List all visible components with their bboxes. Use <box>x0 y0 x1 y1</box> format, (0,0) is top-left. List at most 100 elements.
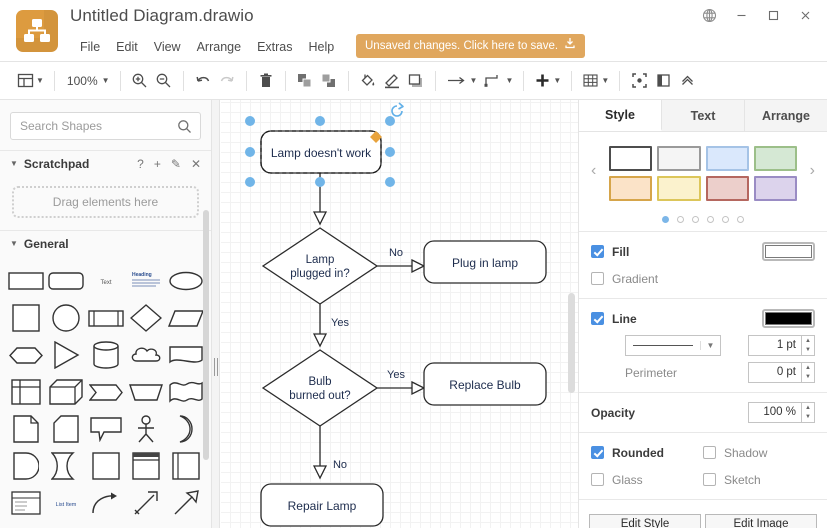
scratchpad-close-icon[interactable]: ✕ <box>191 157 201 171</box>
shape-trapezoid[interactable] <box>128 377 164 407</box>
shape-note[interactable] <box>8 414 44 444</box>
menu-help[interactable]: Help <box>301 38 343 56</box>
shapes-panel-scrollbar[interactable] <box>203 210 209 460</box>
diagram-canvas[interactable]: Lamp doesn't work Lamp plugged in? Plug … <box>221 100 578 528</box>
shape-card[interactable] <box>48 414 84 444</box>
shape-process[interactable] <box>88 303 124 333</box>
style-swatch-2[interactable] <box>705 146 749 171</box>
panel-splitter[interactable] <box>212 100 220 528</box>
perimeter-arrows[interactable]: ▲ ▼ <box>802 362 815 383</box>
sketch-checkbox[interactable] <box>703 473 716 486</box>
shadow-checkbox[interactable] <box>703 446 716 459</box>
line-style-dropdown[interactable]: ▼ <box>625 335 721 356</box>
line-checkbox[interactable] <box>591 312 604 325</box>
swatch-page-dot-0[interactable] <box>662 216 669 223</box>
swatch-next-arrow[interactable]: › <box>810 162 815 180</box>
menu-arrange[interactable]: Arrange <box>189 38 249 56</box>
shape-diamond[interactable] <box>128 303 164 333</box>
panel-layout-icon[interactable]: ▼ <box>14 68 47 94</box>
shape-cube[interactable] <box>48 377 84 407</box>
fill-checkbox[interactable] <box>591 245 604 258</box>
chevron-up-icon[interactable] <box>675 68 699 94</box>
zoom-in-icon[interactable] <box>128 68 152 94</box>
shape-bidirectional-arrow[interactable] <box>128 488 164 518</box>
perimeter-value[interactable]: 0 pt <box>748 362 802 383</box>
shape-square[interactable] <box>8 303 44 333</box>
pen-icon[interactable] <box>380 68 404 94</box>
trash-icon[interactable] <box>254 68 278 94</box>
shape-list-item[interactable]: List Item <box>48 488 84 518</box>
shape-delay[interactable] <box>48 451 84 481</box>
shape-cloud[interactable] <box>128 340 164 370</box>
paint-bucket-icon[interactable] <box>356 68 380 94</box>
shape-actor[interactable] <box>128 414 164 444</box>
swatch-page-dot-5[interactable] <box>737 216 744 223</box>
plus-icon[interactable]: ▼ <box>531 68 564 94</box>
menu-edit[interactable]: Edit <box>108 38 146 56</box>
shape-partial-rectangle[interactable] <box>168 451 204 481</box>
shape-internal-storage[interactable] <box>8 377 44 407</box>
swatch-page-dot-4[interactable] <box>722 216 729 223</box>
shape-text[interactable]: Text <box>88 266 124 296</box>
opacity-value[interactable]: 100 % <box>748 402 802 423</box>
style-swatch-4[interactable] <box>609 176 653 201</box>
line-width-arrows[interactable]: ▲ ▼ <box>802 335 815 356</box>
shape-list[interactable] <box>8 488 44 518</box>
tab-arrange[interactable]: Arrange <box>745 100 827 131</box>
general-section-header[interactable]: ▼ General <box>0 230 211 256</box>
style-swatch-3[interactable] <box>753 146 797 171</box>
swatch-prev-arrow[interactable]: ‹ <box>591 162 596 180</box>
scratchpad-edit-icon[interactable]: ✎ <box>171 157 181 171</box>
edit-image-button[interactable]: Edit Image <box>705 514 817 528</box>
glass-checkbox[interactable] <box>591 473 604 486</box>
tab-style[interactable]: Style <box>579 100 662 131</box>
shape-circle[interactable] <box>48 303 84 333</box>
shape-cylinder[interactable] <box>88 340 124 370</box>
style-swatch-1[interactable] <box>657 146 701 171</box>
shape-document[interactable] <box>168 340 204 370</box>
rounded-checkbox[interactable] <box>591 446 604 459</box>
shape-tape[interactable] <box>168 377 204 407</box>
line-color-button[interactable] <box>762 309 815 328</box>
swatch-page-dot-1[interactable] <box>677 216 684 223</box>
scratchpad-section-header[interactable]: ▼ Scratchpad ? + ✎ ✕ <box>0 150 211 176</box>
tab-text[interactable]: Text <box>662 100 745 131</box>
table-grid-icon[interactable]: ▼ <box>579 68 612 94</box>
shape-textbox[interactable]: Heading <box>128 266 164 296</box>
shadow-square-icon[interactable] <box>404 68 428 94</box>
zoom-out-icon[interactable] <box>152 68 176 94</box>
maximize-icon[interactable] <box>757 2 789 28</box>
search-icon[interactable] <box>177 119 192 137</box>
edit-style-button[interactable]: Edit Style <box>589 514 701 528</box>
shape-curve[interactable] <box>88 488 124 518</box>
send-to-back-icon[interactable] <box>317 68 341 94</box>
shape-double-arrow[interactable] <box>168 488 204 518</box>
line-width-value[interactable]: 1 pt <box>748 335 802 356</box>
shape-data-storage[interactable] <box>8 451 44 481</box>
shape-container[interactable] <box>88 451 124 481</box>
scratchpad-help-icon[interactable]: ? <box>137 157 144 171</box>
bring-to-front-icon[interactable] <box>293 68 317 94</box>
format-panel-icon[interactable] <box>651 68 675 94</box>
fullscreen-icon[interactable] <box>627 68 651 94</box>
shape-ellipse[interactable] <box>168 266 204 296</box>
gradient-checkbox[interactable] <box>591 272 604 285</box>
shape-triangle[interactable] <box>48 340 84 370</box>
shape-vertical-container[interactable] <box>128 451 164 481</box>
style-swatch-7[interactable] <box>753 176 797 201</box>
fill-color-button[interactable] <box>762 242 815 261</box>
opacity-arrows[interactable]: ▲ ▼ <box>802 402 815 423</box>
canvas-vertical-scrollbar[interactable] <box>568 293 575 393</box>
shape-rectangle[interactable] <box>8 266 44 296</box>
scratchpad-drop-zone[interactable]: Drag elements here <box>12 186 199 218</box>
search-input[interactable] <box>11 113 200 139</box>
undo-icon[interactable] <box>191 68 215 94</box>
shape-callout[interactable] <box>88 414 124 444</box>
shape-step[interactable] <box>88 377 124 407</box>
zoom-dropdown[interactable]: 100% ▼ <box>62 68 113 94</box>
globe-icon[interactable] <box>693 2 725 28</box>
close-icon[interactable] <box>789 2 821 28</box>
elbow-connector-icon[interactable]: ▼ <box>480 68 516 94</box>
swatch-page-dot-2[interactable] <box>692 216 699 223</box>
style-swatch-0[interactable] <box>609 146 653 171</box>
